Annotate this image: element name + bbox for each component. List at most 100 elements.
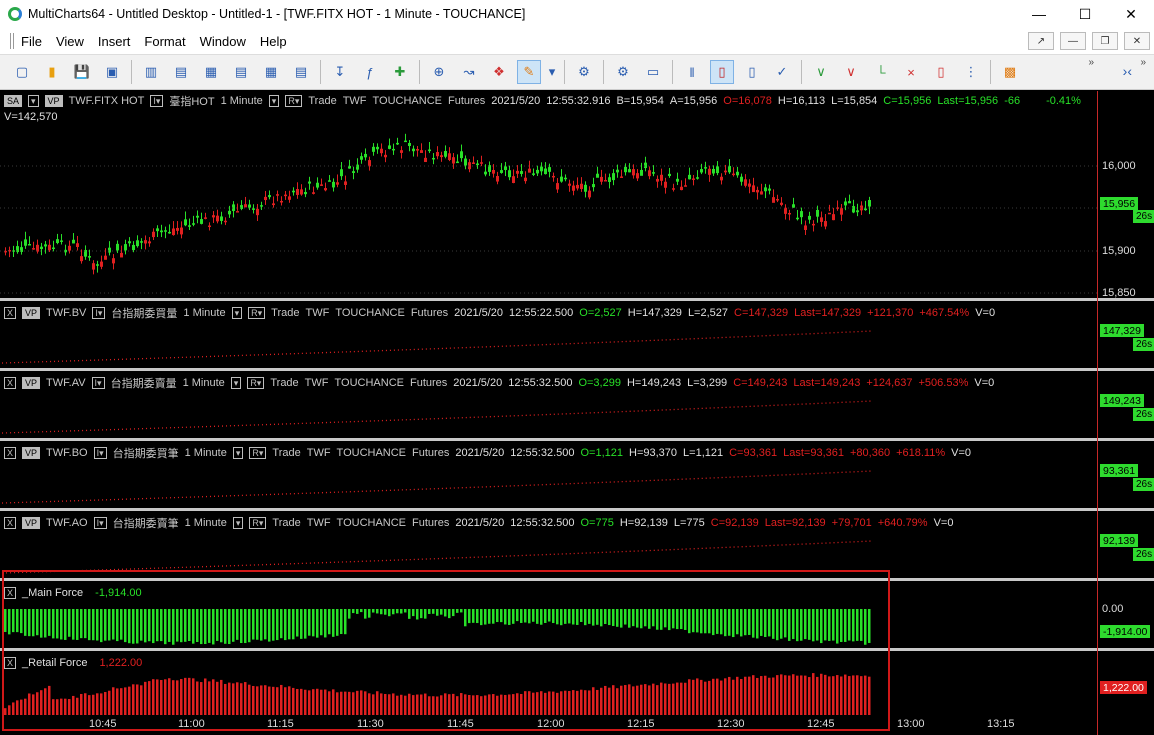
kagi-icon[interactable]: ∨ xyxy=(839,60,863,84)
r-menu-icon[interactable]: R▾ xyxy=(285,95,303,107)
point-figure-icon[interactable]: ∨ xyxy=(809,60,833,84)
range-bar-icon[interactable]: ▯ xyxy=(929,60,953,84)
close-pane-icon[interactable]: X xyxy=(4,307,17,319)
interval-dropdown-icon[interactable]: ▾ xyxy=(231,307,243,319)
hollow-candle-icon[interactable]: ▯ xyxy=(740,60,764,84)
bar-timer: 26s xyxy=(1133,478,1154,491)
interval-dropdown-icon[interactable]: ▾ xyxy=(268,95,280,107)
symbol-menu-icon[interactable]: I▾ xyxy=(92,307,106,319)
settings-gear-icon[interactable]: ⚙ xyxy=(572,60,596,84)
close-pane-icon[interactable]: X xyxy=(4,657,17,669)
candle-body xyxy=(648,170,651,177)
main-force-bar xyxy=(28,609,31,637)
sa-dropdown-icon[interactable]: ▾ xyxy=(28,95,39,107)
document-icon[interactable]: ▤ xyxy=(169,60,193,84)
candle-body xyxy=(852,206,855,213)
main-force-bar xyxy=(732,609,735,638)
candle-body xyxy=(68,245,71,251)
symbol-menu-icon[interactable]: I▾ xyxy=(91,377,105,389)
r-menu-icon[interactable]: R▾ xyxy=(247,377,265,389)
panel-collapse-icon[interactable]: ›‹ xyxy=(1123,63,1132,79)
dots-icon[interactable]: ⋮ xyxy=(959,60,983,84)
menu-window[interactable]: Window xyxy=(193,34,253,49)
vp-box[interactable]: VP xyxy=(22,307,41,319)
mdi-restore-button[interactable]: ❐ xyxy=(1092,32,1118,50)
menu-help[interactable]: Help xyxy=(253,34,294,49)
mdi-close-button[interactable]: ✕ xyxy=(1124,32,1150,50)
main-force-bar xyxy=(256,609,259,640)
mdi-minimize-button[interactable]: — xyxy=(1060,32,1086,50)
dom-icon[interactable]: ✚ xyxy=(388,60,412,84)
insert-study-icon[interactable]: ↧ xyxy=(328,60,352,84)
candle-body xyxy=(620,176,623,178)
main-force-bar xyxy=(284,609,287,641)
scanner-icon[interactable]: ▦ xyxy=(199,60,223,84)
alert-icon[interactable]: ❖ xyxy=(487,60,511,84)
trendline-icon[interactable]: ↝ xyxy=(457,60,481,84)
window-list-icon[interactable]: ▭ xyxy=(641,60,665,84)
drawing-pencil-icon[interactable]: ✎ xyxy=(517,60,541,84)
vp-box[interactable]: VP xyxy=(22,377,41,389)
maximize-button[interactable]: ☐ xyxy=(1062,0,1108,28)
sub-interval: 1 Minute xyxy=(184,517,227,529)
line-chart-icon[interactable]: ✓ xyxy=(770,60,794,84)
menu-format[interactable]: Format xyxy=(137,34,192,49)
main-force-bar xyxy=(300,609,303,639)
format-gear-icon[interactable]: ⚙ xyxy=(611,60,635,84)
main-force-bar xyxy=(196,609,199,642)
quote-manager-icon[interactable]: ▤ xyxy=(229,60,253,84)
interval-dropdown-icon[interactable]: ▾ xyxy=(232,517,244,529)
symbol-menu-icon[interactable]: I▾ xyxy=(93,447,107,459)
minimize-button[interactable]: — xyxy=(1016,0,1062,28)
close-pane-icon[interactable]: X xyxy=(4,587,17,599)
xo-icon[interactable]: × xyxy=(899,60,923,84)
dropdown-arrow-icon[interactable]: ▾ xyxy=(547,60,557,84)
r-menu-icon[interactable]: R▾ xyxy=(248,307,266,319)
candle-body xyxy=(172,228,175,236)
toolbar-overflow-icon[interactable]: » xyxy=(1088,57,1094,68)
close-pane-icon[interactable]: X xyxy=(4,377,17,389)
symbol-menu-icon[interactable]: I▾ xyxy=(150,95,164,107)
chart-area[interactable]: SA ▾ VP TWF.FITX HOT I▾ 臺指HOT 1 Minute ▾… xyxy=(0,91,1154,735)
chart-window-icon[interactable]: ▣ xyxy=(100,60,124,84)
toolbar-overflow-icon-2[interactable]: » xyxy=(1140,57,1146,68)
menu-file[interactable]: File xyxy=(14,34,49,49)
new-chart-icon[interactable]: ▢ xyxy=(10,60,34,84)
menu-insert[interactable]: Insert xyxy=(91,34,138,49)
heatmap-icon[interactable]: ▩ xyxy=(998,60,1022,84)
candle-body xyxy=(336,182,339,185)
report-icon[interactable]: ▤ xyxy=(289,60,313,84)
sub-open: O=1,121 xyxy=(580,447,624,459)
symbol-menu-icon[interactable]: I▾ xyxy=(93,517,107,529)
candle-body xyxy=(592,184,595,188)
main-force-bar xyxy=(784,609,787,638)
vp-box[interactable]: VP xyxy=(22,447,41,459)
interval-dropdown-icon[interactable]: ▾ xyxy=(232,447,244,459)
save-icon[interactable]: 💾 xyxy=(70,60,94,84)
retail-force-bar xyxy=(224,683,227,715)
new-comment-icon[interactable]: ▮ xyxy=(40,60,64,84)
candle-body xyxy=(660,174,663,181)
r-menu-icon[interactable]: R▾ xyxy=(249,447,267,459)
portfolio-icon[interactable]: ▦ xyxy=(259,60,283,84)
vp-box[interactable]: VP xyxy=(22,517,41,529)
retail-force-bar xyxy=(288,686,291,715)
interval-dropdown-icon[interactable]: ▾ xyxy=(230,377,242,389)
close-pane-icon[interactable]: X xyxy=(4,517,17,529)
add-drawing-icon[interactable]: ⊕ xyxy=(427,60,451,84)
power-language-icon[interactable]: ƒ xyxy=(358,60,382,84)
menu-view[interactable]: View xyxy=(49,34,91,49)
sa-box[interactable]: SA xyxy=(4,95,23,107)
close-pane-icon[interactable]: X xyxy=(4,447,17,459)
r-menu-icon[interactable]: R▾ xyxy=(249,517,267,529)
format-instrument-icon[interactable]: ▥ xyxy=(139,60,163,84)
candlestick-icon[interactable]: ▯ xyxy=(710,60,734,84)
retail-force-bar xyxy=(48,685,51,715)
mdi-detach-button[interactable]: ↗ xyxy=(1028,32,1054,50)
close-button[interactable]: ✕ xyxy=(1108,0,1154,28)
ohlc-bar-icon[interactable]: ‖ xyxy=(680,60,704,84)
main-force-bar xyxy=(576,609,579,625)
retail-force-bar xyxy=(792,674,795,715)
vp-box[interactable]: VP xyxy=(44,95,63,107)
renko-icon[interactable]: └ xyxy=(869,60,893,84)
